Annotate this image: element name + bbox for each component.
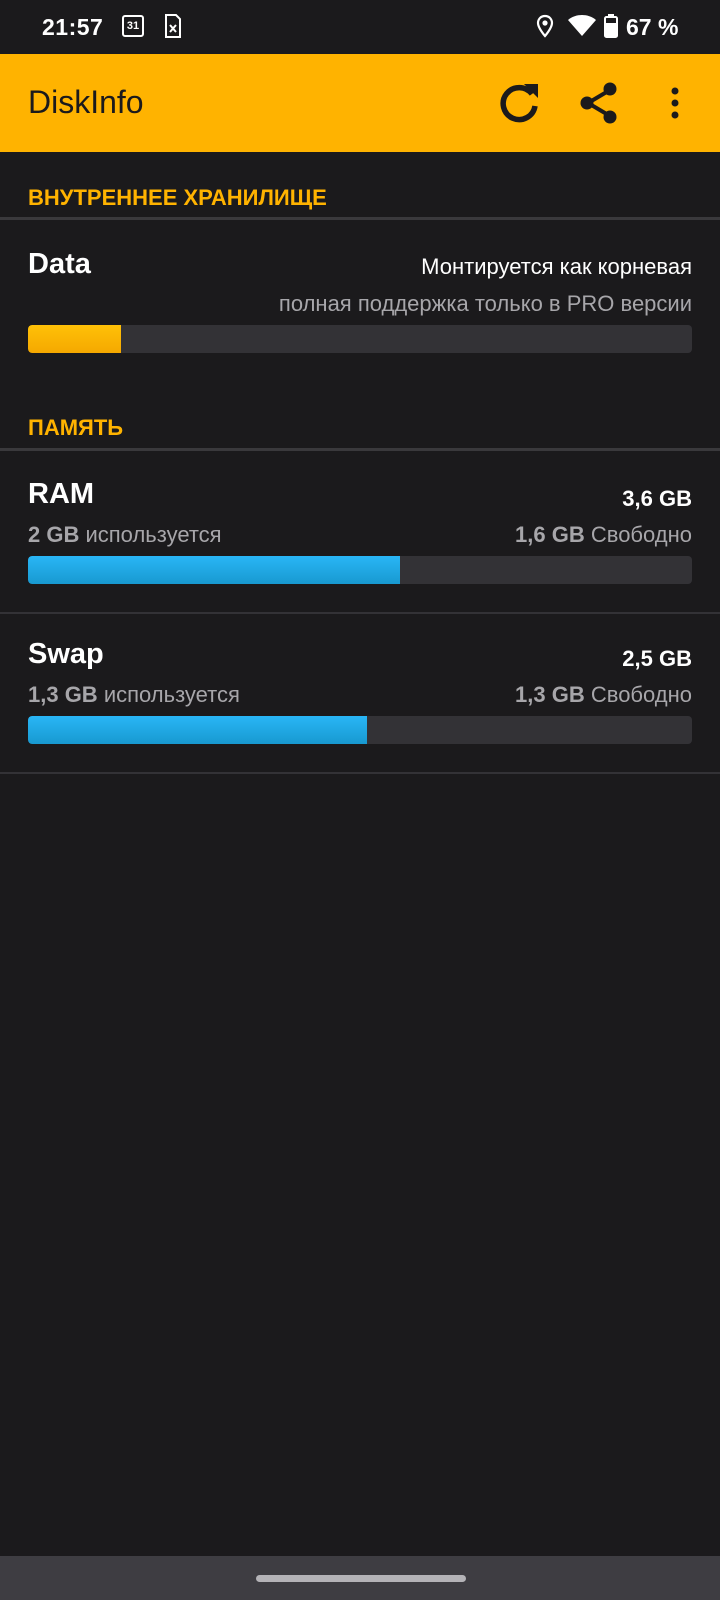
swap-name: Swap	[28, 638, 104, 670]
swap-used: 1,3 GB используется	[28, 682, 240, 708]
status-bar: 21:57 31 67 %	[0, 0, 720, 54]
ram-free-label: Свободно	[590, 522, 692, 547]
refresh-icon	[500, 84, 538, 123]
ram-used-label: используется	[85, 522, 222, 547]
ram-name: RAM	[28, 478, 95, 510]
swap-free-label: Свободно	[590, 682, 692, 707]
ram-usage-fill	[28, 556, 400, 584]
refresh-button[interactable]	[492, 76, 546, 130]
swap-usage-bar	[28, 716, 692, 744]
ram-used-value: 2 GB	[28, 522, 80, 547]
swap-used-label: используется	[103, 682, 240, 707]
memory-section-title: ПАМЯТЬ	[28, 415, 124, 440]
app-bar: DiskInfo	[0, 54, 720, 152]
swap-free: 1,3 GB Свободно	[515, 682, 692, 708]
share-icon	[580, 82, 617, 124]
ram-total: 3,6 GB	[622, 486, 692, 511]
status-time: 21:57	[42, 14, 104, 40]
section-divider	[0, 217, 720, 220]
calendar-icon: 31	[122, 15, 144, 37]
ram-free-value: 1,6 GB	[515, 522, 585, 547]
navigation-bar	[0, 1556, 720, 1600]
row-divider	[0, 772, 720, 774]
battery-icon	[604, 14, 618, 38]
more-options-button[interactable]	[655, 76, 695, 130]
battery-percent: 67 %	[626, 14, 679, 40]
wifi-icon	[568, 15, 596, 36]
pro-support-text: полная поддержка только в PRO версии	[278, 291, 692, 316]
sim-icon	[165, 14, 181, 38]
more-vert-icon	[671, 87, 679, 119]
internal-storage-section-title: ВНУТРЕННЕЕ ХРАНИЛИЩЕ	[28, 185, 327, 210]
swap-free-value: 1,3 GB	[515, 682, 585, 707]
mount-text: Монтируется как корневая	[421, 254, 692, 279]
swap-used-value: 1,3 GB	[28, 682, 98, 707]
row-divider	[0, 612, 720, 614]
storage-usage-fill	[28, 325, 121, 353]
ram-used: 2 GB используется	[28, 522, 222, 548]
ram-free: 1,6 GB Свободно	[515, 522, 692, 548]
app-title: DiskInfo	[28, 84, 144, 120]
storage-name: Data	[28, 248, 91, 280]
location-icon	[536, 14, 554, 38]
share-button[interactable]	[572, 76, 626, 130]
section-divider	[0, 448, 720, 451]
ram-usage-bar	[28, 556, 692, 584]
swap-usage-fill	[28, 716, 367, 744]
storage-usage-bar	[28, 325, 692, 353]
swap-total: 2,5 GB	[622, 646, 692, 671]
home-gesture-handle[interactable]	[256, 1575, 466, 1582]
